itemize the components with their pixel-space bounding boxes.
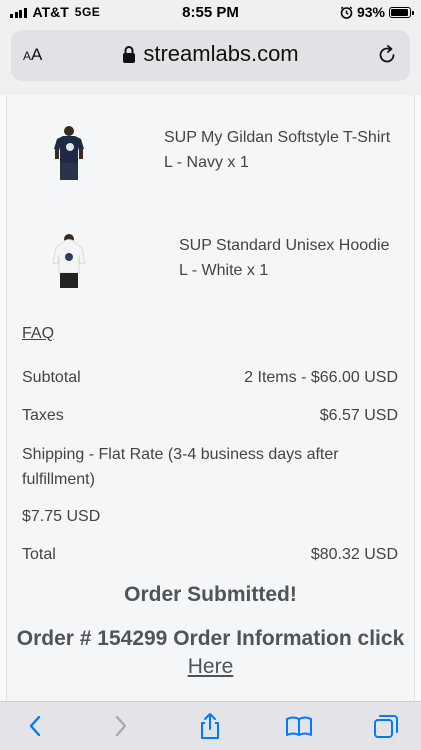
total-label: Total [22, 546, 56, 563]
status-right: 93% [340, 4, 414, 20]
order-summary-card: SUP My Gildan Softstyle T-Shirt L - Navy… [6, 95, 415, 701]
url-text: streamlabs.com [143, 41, 299, 66]
web-page: SUP My Gildan Softstyle T-Shirt L - Navy… [0, 95, 421, 701]
taxes-value: $6.57 USD [319, 407, 398, 424]
order-info-link[interactable]: Here [188, 655, 234, 678]
tshirt-product-image [54, 126, 84, 180]
order-submitted-heading: Order Submitted! [124, 583, 297, 606]
share-icon[interactable] [196, 712, 224, 740]
tabs-icon[interactable] [372, 712, 400, 740]
reload-icon[interactable] [376, 44, 398, 66]
book-icon[interactable] [285, 712, 313, 740]
alarm-icon [340, 5, 353, 19]
order-info-heading: Order # 154299 Order Information click H… [7, 625, 414, 681]
faq-link[interactable]: FAQ [22, 325, 54, 343]
chevron-right-icon[interactable] [106, 712, 134, 740]
screen: AT&T 5GE 8:55 PM 93% AA streamlabs.com S… [0, 0, 421, 750]
browser-toolbar [0, 701, 421, 750]
subtotal-value: 2 Items - $66.00 USD [244, 369, 398, 386]
lock-icon [123, 45, 136, 63]
hoodie-product-image [52, 234, 86, 288]
subtotal-label: Subtotal [22, 369, 81, 386]
battery-level [391, 8, 408, 16]
shipping-value: $7.75 USD [22, 508, 101, 525]
item-name: SUP My Gildan Softstyle T-Shirt [164, 129, 391, 146]
address-bar[interactable]: AA streamlabs.com [11, 30, 410, 81]
taxes-label: Taxes [22, 407, 64, 424]
shipping-label: Shipping - Flat Rate (3-4 business days … [22, 446, 339, 488]
total-value: $80.32 USD [310, 546, 398, 563]
battery-icon [389, 6, 414, 18]
chevron-left-icon[interactable] [22, 712, 50, 740]
order-info-text: Order # 154299 Order Information click [16, 627, 405, 650]
item-variant: L - White x 1 [179, 262, 269, 279]
battery-percent: 93% [356, 4, 385, 20]
url-field[interactable]: streamlabs.com [11, 41, 410, 67]
status-bar: AT&T 5GE 8:55 PM 93% [0, 0, 421, 26]
item-name: SUP Standard Unisex Hoodie [179, 237, 390, 254]
item-variant: L - Navy x 1 [164, 154, 249, 171]
